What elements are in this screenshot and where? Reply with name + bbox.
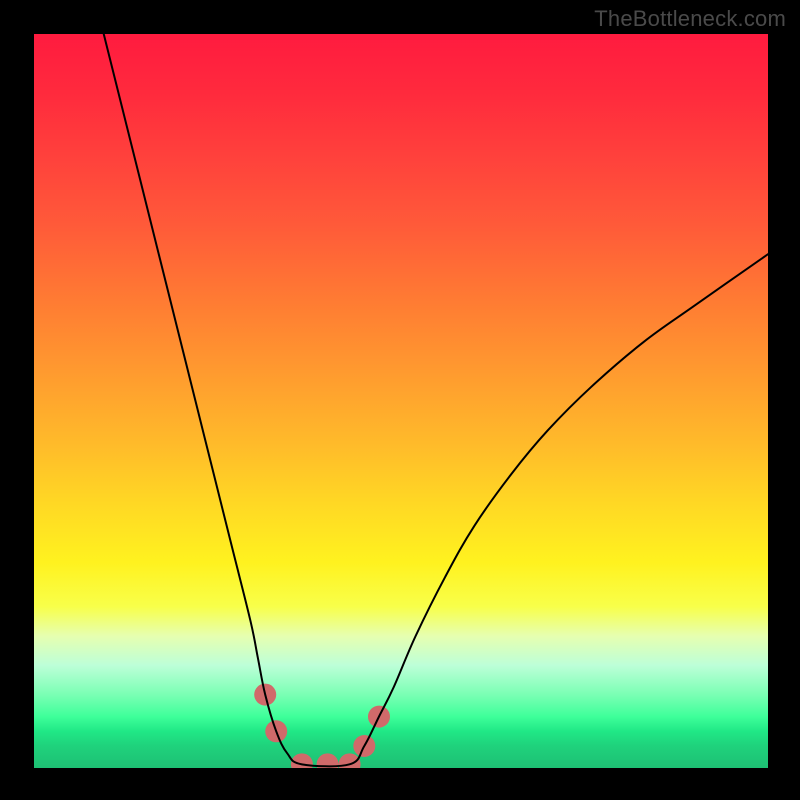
curve-marker: [317, 753, 339, 775]
curve-path: [104, 34, 768, 766]
curve-lines: [104, 34, 768, 766]
chart-stage: TheBottleneck.com: [0, 0, 800, 800]
bottleneck-curve: [0, 0, 800, 800]
watermark-text: TheBottleneck.com: [594, 6, 786, 32]
